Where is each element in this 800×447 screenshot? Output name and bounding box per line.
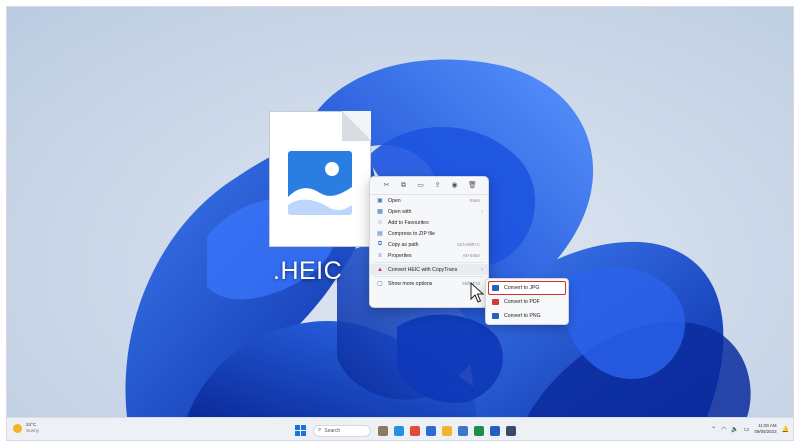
submenu-item-label: Convert to PDF	[504, 299, 540, 305]
search-icon: ⌕	[318, 427, 322, 433]
pinned-app-icon[interactable]	[426, 425, 436, 436]
submenu-item-convert-to-jpg[interactable]: Convert to JPG	[488, 281, 566, 295]
share-icon[interactable]: ⇪	[434, 182, 441, 189]
menu-item-label: Add to Favourites	[388, 219, 429, 226]
rename-icon[interactable]: ▭	[417, 182, 424, 189]
search-label: Search	[324, 427, 341, 434]
menu-item-label: Compress to ZIP file	[388, 230, 435, 237]
file-extension-label: .HEIC	[273, 257, 343, 285]
submenu-item-label: Convert to JPG	[504, 285, 540, 291]
system-tray: ⌃ ◠ 🔈 ▭ 11:00 AM 09/06/2023 🔔	[711, 423, 789, 435]
sun-icon	[13, 423, 22, 433]
menu-item-open-with[interactable]: ▦ Open with ›	[370, 206, 488, 217]
properties-icon: ≡	[378, 252, 382, 259]
menu-item-properties[interactable]: ≡ Properties Alt+Enter	[370, 250, 488, 261]
clock-date: 09/06/2023	[754, 429, 777, 434]
submenu-item-convert-to-png[interactable]: Convert to PNG	[486, 309, 568, 323]
battery-icon[interactable]: ▭	[744, 426, 750, 433]
pinned-app-icon[interactable]	[442, 425, 452, 436]
menu-item-label: Convert HEIC with CopyTrans	[388, 266, 458, 273]
pinned-app-icon[interactable]	[410, 425, 420, 436]
delete-icon[interactable]: 🗑	[468, 182, 477, 189]
mouse-cursor-icon	[470, 282, 484, 303]
pinned-app-icon[interactable]	[458, 425, 468, 436]
open-icon: ▣	[377, 198, 383, 204]
pinned-apps	[378, 425, 516, 436]
start-tile	[301, 425, 306, 430]
chevron-right-icon: ›	[481, 266, 483, 273]
menu-item-convert-heic-with-copytrans[interactable]: ▲ Convert HEIC with CopyTrans ›	[370, 264, 488, 275]
copy-path-icon: ⧉	[377, 241, 383, 247]
menu-item-open[interactable]: ▣ Open Enter	[370, 195, 488, 206]
menu-item-label: Show more options	[388, 280, 433, 287]
taskbar-search[interactable]: ⌕ Search	[313, 424, 371, 437]
menu-item-shortcut: Enter	[469, 198, 480, 203]
menu-separator	[374, 276, 484, 277]
png-icon	[492, 313, 499, 319]
pinned-app-icon[interactable]	[490, 425, 500, 436]
convert-submenu: Convert to JPG Convert to PDF Convert to P…	[485, 278, 569, 325]
menu-item-add-to-favourites[interactable]: ☆ Add to Favourites	[370, 217, 488, 228]
volume-icon[interactable]: 🔈	[731, 426, 738, 433]
chevron-up-icon[interactable]: ⌃	[711, 426, 716, 433]
context-menu-items: ▣ Open Enter ▦ Open with › ☆ Add to Favourites ▤…	[370, 195, 488, 289]
more-options-icon: ▢	[377, 281, 383, 287]
start-tile	[295, 425, 300, 430]
clock[interactable]: 11:00 AM 09/06/2023	[755, 423, 777, 435]
jpg-icon	[492, 285, 499, 291]
zip-icon: ▤	[377, 231, 383, 237]
start-tile	[295, 431, 300, 436]
taskbar: 24°C Sunny ⌕ Search ⌃ ◠ 🔈 ▭ 11:00 AM 09/…	[7, 417, 793, 440]
menu-item-shortcut: Ctrl+Shift+C	[457, 242, 480, 247]
image-file-icon	[288, 151, 352, 215]
taskbar-center: ⌕ Search	[295, 423, 516, 438]
info-icon[interactable]: ◉	[451, 182, 458, 189]
copytrans-icon: ▲	[377, 266, 383, 273]
weather-condition: Sunny	[26, 428, 40, 433]
notification-bell-icon[interactable]: 🔔	[782, 426, 789, 433]
pinned-app-icon[interactable]	[378, 425, 388, 436]
menu-item-label: Copy as path	[388, 241, 419, 248]
menu-separator	[374, 262, 484, 263]
menu-item-label: Open	[388, 197, 401, 204]
weather-widget[interactable]: 24°C Sunny	[13, 422, 39, 434]
menu-item-label: Open with	[388, 208, 412, 215]
context-quick-actions: ✂ ⧉ ▭ ⇪ ◉ 🗑	[370, 177, 488, 195]
submenu-item-convert-to-pdf[interactable]: Convert to PDF	[486, 295, 568, 309]
star-icon: ☆	[377, 220, 383, 226]
menu-item-label: Properties	[388, 252, 412, 259]
submenu-item-label: Convert to PNG	[504, 313, 541, 319]
menu-item-shortcut: Alt+Enter	[462, 253, 480, 258]
desktop-screen: .HEIC ✂ ⧉ ▭ ⇪ ◉ 🗑 ▣ Open Enter ▦ Open with › ☆ Add t…	[6, 6, 794, 441]
cut-icon[interactable]: ✂	[383, 182, 390, 189]
heic-file-desktop-icon[interactable]: .HEIC	[269, 111, 379, 291]
open-with-icon: ▦	[377, 209, 383, 215]
file-corner-fold	[342, 111, 371, 141]
menu-item-compress-to-zip-file[interactable]: ▤ Compress to ZIP file	[370, 228, 488, 239]
menu-item-copy-as-path[interactable]: ⧉ Copy as path Ctrl+Shift+C	[370, 239, 488, 250]
wifi-icon[interactable]: ◠	[721, 426, 726, 433]
pinned-app-icon[interactable]	[394, 425, 404, 436]
start-button[interactable]	[295, 425, 306, 436]
pinned-app-icon[interactable]	[506, 425, 516, 436]
pinned-app-icon[interactable]	[474, 425, 484, 436]
copy-icon[interactable]: ⧉	[400, 182, 407, 189]
start-tile	[301, 431, 306, 436]
pdf-icon	[492, 299, 499, 305]
chevron-right-icon: ›	[481, 208, 483, 215]
